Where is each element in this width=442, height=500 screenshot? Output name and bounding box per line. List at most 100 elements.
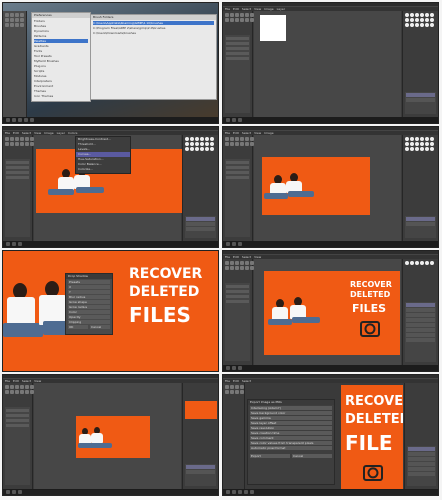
canvas-area[interactable]: [254, 11, 401, 117]
dialog-row[interactable]: Presets: [68, 280, 110, 284]
headline-line-1: RECOVER: [345, 394, 403, 409]
option-row[interactable]: Save background color: [250, 411, 332, 415]
canvas-area[interactable]: [254, 135, 401, 241]
image-canvas[interactable]: RECOVER DELETED FILES: [264, 271, 400, 355]
gimp-toolbox: [223, 135, 254, 241]
screenshot-contact-sheet: Preferences Folders Brushes Dynamics Pat…: [0, 0, 442, 500]
dialog-row[interactable]: Color: [68, 310, 110, 314]
headline-line-3: FILES: [352, 302, 387, 315]
export-png-dialog: Export Image as PNG Interlacing (Adam7) …: [247, 399, 335, 485]
person-jeans: [292, 317, 320, 323]
sidebar-item[interactable]: Themes: [34, 89, 88, 93]
image-canvas[interactable]: [260, 15, 286, 41]
option-row[interactable]: Save comment: [250, 436, 332, 440]
gimp-toolbox: [3, 135, 34, 241]
canvas-area[interactable]: RECOVER DELETED FILES: [254, 259, 401, 365]
image-canvas[interactable]: [262, 157, 370, 215]
camera-icon: [363, 465, 383, 481]
gimp-toolbox: [3, 383, 34, 489]
windows-taskbar: [3, 241, 218, 247]
headline-line-1: RECOVER: [350, 280, 392, 289]
option-row[interactable]: Save layer offset: [250, 421, 332, 425]
screen-colors-menu: File Edit Select View Image Layer Colors…: [2, 126, 219, 248]
option-row[interactable]: Save resolution: [250, 426, 332, 430]
headline-line-3: FILE: [345, 431, 393, 455]
windows-taskbar: [3, 489, 218, 495]
right-dock: [402, 259, 438, 365]
drop-shadow-dialog: Drop Shadow Presets X Y Blur radius Grow…: [65, 273, 113, 335]
sidebar-item-selected[interactable]: Palettes: [34, 39, 88, 43]
option-row[interactable]: Save gamma: [250, 416, 332, 420]
person-jeans: [288, 191, 314, 197]
sidebar-item[interactable]: Gradients: [34, 44, 88, 48]
sidebar-item[interactable]: Brushes: [34, 24, 88, 28]
screen-small-image: File Edit Select View: [2, 374, 219, 496]
windows-taskbar: [223, 241, 438, 247]
colors-menu: Brightness-Contrast... Threshold... Leve…: [75, 136, 131, 174]
sidebar-item[interactable]: Fonts: [34, 49, 88, 53]
dialog-row[interactable]: Clipping: [68, 320, 110, 324]
windows-taskbar: [223, 117, 438, 123]
dialog-row[interactable]: X: [68, 285, 110, 289]
person-jeans: [78, 443, 112, 448]
sidebar-item[interactable]: Patterns: [34, 34, 88, 38]
headline-line-3: FILES: [129, 303, 191, 327]
screen-orange-image: File Edit Select View Image: [222, 126, 439, 248]
right-dock: [402, 11, 438, 117]
sidebar-item[interactable]: Environment: [34, 84, 88, 88]
sidebar-item[interactable]: Modules: [34, 74, 88, 78]
person-jeans: [76, 187, 104, 193]
dialog-row[interactable]: Grow shape: [68, 300, 110, 304]
right-dock: [182, 383, 218, 489]
gimp-toolbox: [223, 11, 254, 117]
windows-taskbar: [3, 117, 218, 123]
sidebar-item[interactable]: MyPaint Brushes: [34, 59, 88, 63]
option-row[interactable]: Interlacing (Adam7): [250, 406, 332, 410]
preferences-title: Preferences: [32, 13, 90, 18]
screen-blank-canvas: File Edit Select View Image Layer: [222, 2, 439, 124]
sidebar-item[interactable]: Scripts: [34, 69, 88, 73]
headline-line-2: DELETED: [129, 284, 200, 300]
image-canvas[interactable]: [76, 416, 150, 458]
dialog-row[interactable]: Grow radius: [68, 305, 110, 309]
brush-folders-panel: Brush Folders C:\Users\AppData\Roaming\G…: [90, 14, 217, 100]
export-button[interactable]: Export: [250, 454, 290, 458]
sidebar-item[interactable]: Plug-ins: [34, 64, 88, 68]
camera-icon: [360, 321, 380, 337]
gimp-toolbox: [223, 383, 245, 489]
right-dock: [404, 383, 438, 489]
ok-button[interactable]: OK: [68, 325, 88, 329]
dialog-row[interactable]: Blur radius: [68, 295, 110, 299]
screen-export-png: File Edit Select RECOVER DELETED FILE Ex…: [222, 374, 439, 496]
headline-line-2: DELETED: [345, 412, 403, 427]
menu-item[interactable]: Colorize...: [76, 167, 130, 172]
gimp-toolbox: [223, 259, 254, 365]
cancel-button[interactable]: Cancel: [292, 454, 332, 458]
screen-drop-shadow: RECOVER DELETED FILES Drop Shadow Preset…: [2, 250, 219, 372]
preferences-sidebar: Preferences Folders Brushes Dynamics Pat…: [31, 12, 91, 102]
windows-taskbar: [223, 365, 438, 371]
dialog-row[interactable]: Opacity: [68, 315, 110, 319]
person-shirt: [91, 433, 103, 443]
sidebar-item[interactable]: Dynamics: [34, 29, 88, 33]
dialog-row[interactable]: Y: [68, 290, 110, 294]
screen-preferences: Preferences Folders Brushes Dynamics Pat…: [2, 2, 219, 124]
option-row[interactable]: Automatic pixel format: [250, 446, 332, 450]
option-row[interactable]: Save color values from transparent pixel…: [250, 441, 332, 445]
headline-line-1: RECOVER: [129, 266, 203, 282]
path-row[interactable]: C:\Users\Downloads\brushes: [93, 31, 214, 35]
sidebar-item[interactable]: Icon Themes: [34, 94, 88, 98]
path-row[interactable]: C:\Users\AppData\Roaming\GIMP\2.10\brush…: [93, 21, 214, 25]
dialog-title: Export Image as PNG: [248, 400, 334, 405]
person-jeans: [268, 319, 292, 325]
path-row[interactable]: C:\Program Files\GIMP 2\share\gimp\2.0\b…: [93, 26, 214, 30]
image-canvas[interactable]: RECOVER DELETED FILE: [341, 385, 403, 489]
canvas-area[interactable]: [34, 383, 181, 489]
cancel-button[interactable]: Cancel: [90, 325, 110, 329]
sidebar-item[interactable]: Tool Presets: [34, 54, 88, 58]
sidebar-item[interactable]: Folders: [34, 19, 88, 23]
sidebar-item[interactable]: Interpreters: [34, 79, 88, 83]
option-row[interactable]: Save creation time: [250, 431, 332, 435]
dialog-title: Drop Shadow: [66, 274, 112, 279]
thumbnail: [185, 401, 217, 419]
